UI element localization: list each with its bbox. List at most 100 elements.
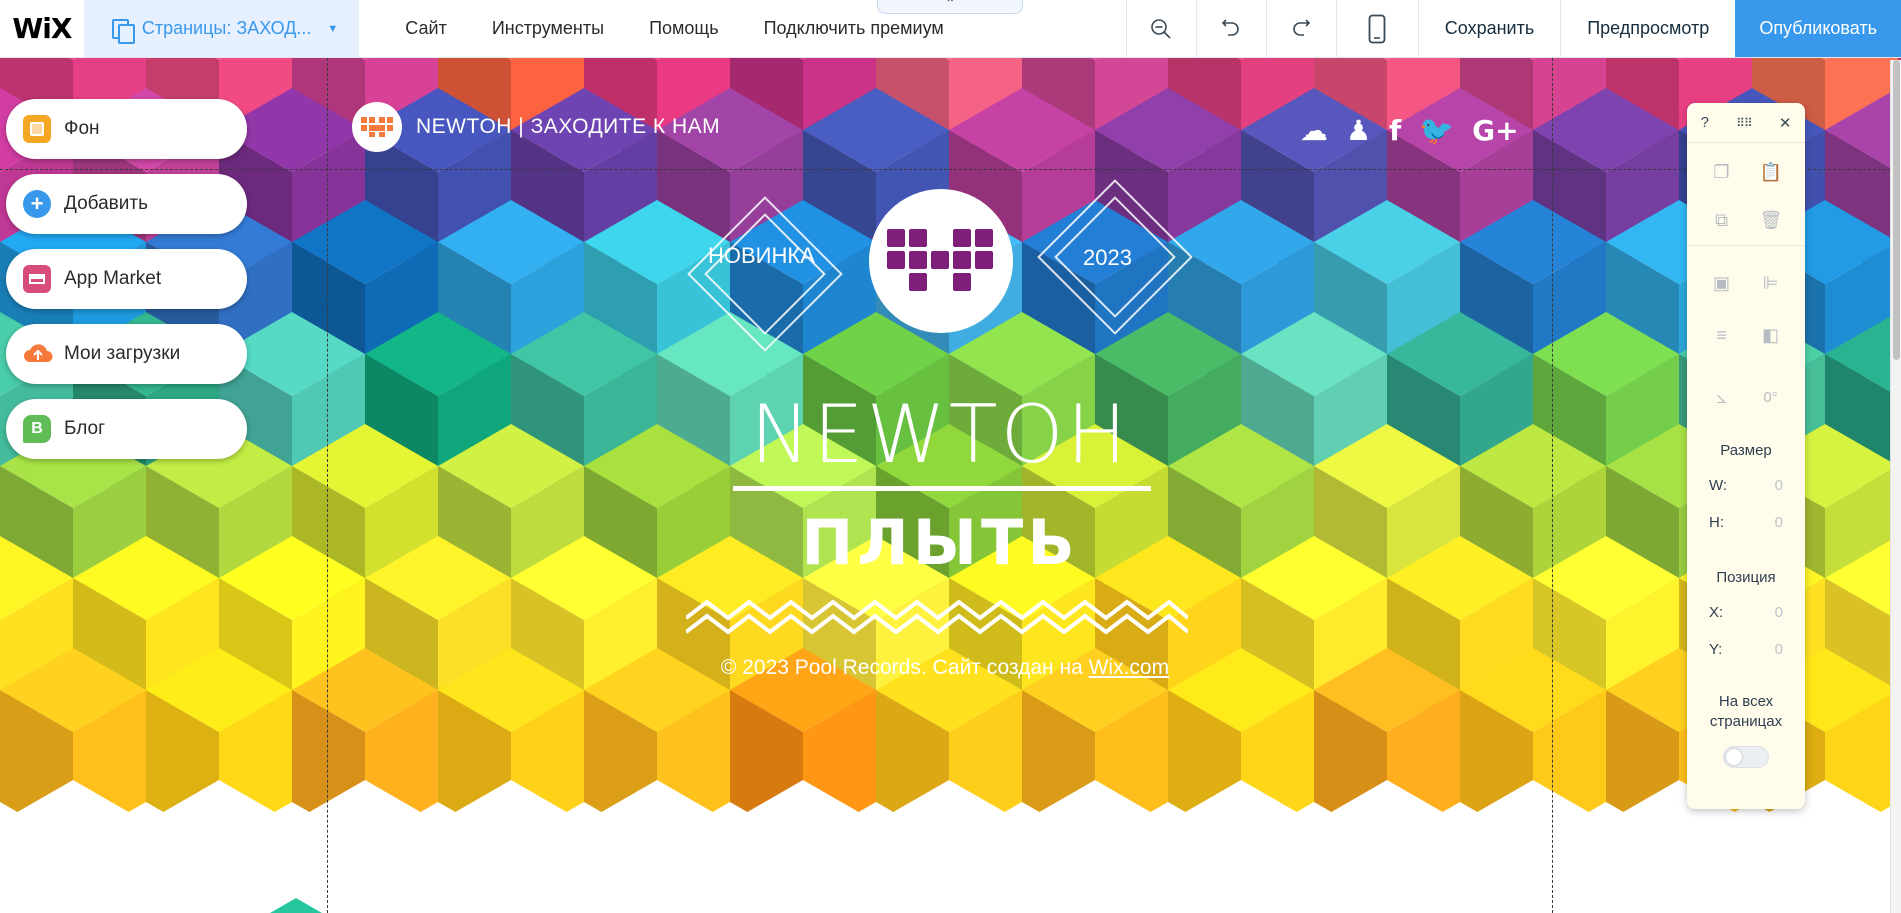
menu-tools[interactable]: Инструменты bbox=[492, 18, 604, 39]
arrange-icon[interactable]: ▣ bbox=[1711, 272, 1733, 294]
site-header[interactable]: NEWTOH | ЗАХОДИТЕ К НАМ bbox=[352, 102, 720, 152]
page-guide-right bbox=[1552, 58, 1553, 913]
delete-icon[interactable]: 🗑 bbox=[1760, 209, 1783, 231]
facebook-icon[interactable]: f bbox=[1389, 114, 1401, 147]
panel-divider bbox=[1687, 245, 1805, 246]
height-field[interactable]: H: 0 bbox=[1687, 514, 1805, 531]
rotation-value[interactable]: 0° bbox=[1760, 386, 1782, 408]
social-bar: ☁ ♟ f 🐦 G+ bbox=[1300, 114, 1519, 147]
pages-dropdown[interactable]: Страницы: ЗАХОД... ▼ bbox=[83, 0, 360, 57]
editor-topbar: WiX Страницы: ЗАХОД... ▼ ⌃ Сайт Инструме… bbox=[0, 0, 1901, 58]
wix-link[interactable]: Wix.com bbox=[1089, 656, 1170, 679]
width-field[interactable]: W: 0 bbox=[1687, 477, 1805, 494]
height-label: H: bbox=[1709, 514, 1724, 531]
menu-site[interactable]: Сайт bbox=[405, 18, 447, 39]
app-market-label: App Market bbox=[64, 268, 162, 289]
add-button[interactable]: + Добавить bbox=[6, 174, 247, 234]
tools-panel-header: ? ⠿⠿ ✕ bbox=[1687, 103, 1805, 143]
height-value[interactable]: 0 bbox=[1775, 514, 1783, 531]
copy-icon[interactable]: ❐ bbox=[1711, 161, 1733, 183]
app-market-icon bbox=[23, 265, 51, 293]
show-on-all-pages-toggle[interactable] bbox=[1723, 746, 1769, 768]
help-button[interactable]: ? bbox=[1701, 114, 1709, 131]
zoom-out-icon bbox=[1151, 18, 1171, 39]
my-uploads-button[interactable]: Мои загрузки bbox=[6, 324, 247, 384]
y-field[interactable]: Y: 0 bbox=[1687, 641, 1805, 658]
distribute-icon[interactable]: ≡ bbox=[1711, 324, 1733, 346]
site-copyright: © 2023 Pool Records. Сайт создан на Wix.… bbox=[600, 656, 1290, 680]
copyright-text: © 2023 Pool Records. Сайт создан на bbox=[720, 656, 1083, 679]
y-value[interactable]: 0 bbox=[1775, 641, 1783, 658]
header-guide bbox=[0, 169, 1901, 170]
pages-label: Страницы: ЗАХОД... bbox=[141, 18, 312, 38]
app-market-button[interactable]: App Market bbox=[6, 249, 247, 309]
site-logo bbox=[352, 102, 402, 152]
position-label: Позиция bbox=[1716, 569, 1776, 586]
all-pages-label: На всех страницах bbox=[1709, 693, 1783, 730]
match-size-icon[interactable]: ◧ bbox=[1760, 324, 1782, 346]
width-value[interactable]: 0 bbox=[1775, 477, 1783, 494]
y-label: Y: bbox=[1709, 641, 1723, 658]
undo-button[interactable] bbox=[1195, 0, 1266, 57]
preview-button[interactable]: Предпросмотр bbox=[1560, 0, 1735, 57]
rotate-icon[interactable]: ⦣ bbox=[1711, 386, 1733, 408]
close-panel-button[interactable]: ✕ bbox=[1779, 114, 1792, 132]
undo-icon bbox=[1222, 18, 1240, 36]
pages-icon bbox=[110, 18, 135, 44]
chevron-up-icon: ⌃ bbox=[945, 0, 956, 10]
scrollbar-thumb[interactable] bbox=[1893, 60, 1900, 360]
hero-subtitle[interactable]: ПЛЫТЬ bbox=[600, 506, 1280, 579]
upload-icon bbox=[23, 340, 53, 368]
blog-icon: B bbox=[23, 415, 51, 443]
publish-button[interactable]: Опубликовать bbox=[1735, 0, 1901, 57]
site-header-title: NEWTOH | ЗАХОДИТЕ К НАМ bbox=[416, 115, 721, 138]
wix-logo: WiX bbox=[12, 12, 72, 45]
chevron-down-icon: ▼ bbox=[327, 22, 339, 35]
my-uploads-label: Мои загрузки bbox=[64, 343, 181, 364]
blog-button[interactable]: B Блог bbox=[6, 399, 247, 459]
background-label: Фон bbox=[64, 118, 100, 139]
twitter-icon[interactable]: 🐦 bbox=[1419, 114, 1454, 147]
duplicate-icon[interactable]: ⧉ bbox=[1711, 209, 1733, 231]
mobile-view-button[interactable] bbox=[1335, 0, 1418, 57]
redo-icon bbox=[1293, 18, 1311, 36]
page-guide-left bbox=[327, 58, 328, 913]
align-icon[interactable]: ⊫ bbox=[1760, 272, 1782, 294]
tools-panel: ? ⠿⠿ ✕ ❐ 📋 ⧉ 🗑 ▣ ⊫ ≡ ◧ ⦣ 0° Размер W: 0 H… bbox=[1687, 103, 1805, 809]
save-button[interactable]: Сохранить bbox=[1417, 0, 1560, 57]
myspace-icon[interactable]: ♟ bbox=[1346, 114, 1371, 147]
width-label: W: bbox=[1709, 477, 1728, 494]
paste-icon[interactable]: 📋 bbox=[1760, 161, 1782, 183]
editor-left-panel: Фон + Добавить App Market Мои загрузки B… bbox=[6, 99, 247, 459]
redo-button[interactable] bbox=[1265, 0, 1336, 57]
x-value[interactable]: 0 bbox=[1775, 604, 1783, 621]
add-label: Добавить bbox=[64, 193, 148, 214]
google-plus-icon[interactable]: G+ bbox=[1472, 114, 1518, 147]
x-label: X: bbox=[1709, 604, 1724, 621]
hero-divider bbox=[733, 486, 1151, 491]
background-icon bbox=[23, 115, 51, 143]
x-field[interactable]: X: 0 bbox=[1687, 604, 1805, 621]
badge-right-text: 2023 bbox=[1083, 245, 1132, 270]
collapse-topbar-button[interactable]: ⌃ bbox=[877, 0, 1024, 14]
menu-help[interactable]: Помощь bbox=[649, 18, 719, 39]
badge-left-text: НОВИНКА bbox=[708, 243, 815, 268]
vertical-scrollbar[interactable] bbox=[1890, 60, 1901, 913]
zoom-out-button[interactable] bbox=[1125, 0, 1196, 57]
menu-upgrade[interactable]: Подключить премиум bbox=[764, 18, 944, 39]
pool-logo-large-icon bbox=[887, 229, 993, 291]
zigzag-decoration bbox=[686, 599, 1188, 635]
add-icon: + bbox=[23, 190, 51, 218]
center-logo[interactable] bbox=[869, 189, 1013, 333]
mobile-icon bbox=[1368, 14, 1386, 43]
background-button[interactable]: Фон bbox=[6, 99, 247, 159]
size-label: Размер bbox=[1720, 442, 1772, 459]
soundcloud-icon[interactable]: ☁ bbox=[1300, 114, 1328, 147]
toolbar: Сохранить Предпросмотр Опубликовать bbox=[1125, 0, 1901, 57]
top-menu: ⌃ Сайт Инструменты Помощь Подключить пре… bbox=[359, 0, 1125, 57]
editor-canvas[interactable]: NEWTOH | ЗАХОДИТЕ К НАМ ☁ ♟ f 🐦 G+ НОВИН… bbox=[0, 58, 1901, 913]
pool-logo-icon bbox=[361, 117, 393, 137]
drag-handle-icon[interactable]: ⠿⠿ bbox=[1736, 116, 1753, 130]
blog-label: Блог bbox=[64, 418, 106, 439]
hero-title[interactable]: NEWTOH bbox=[600, 388, 1280, 481]
